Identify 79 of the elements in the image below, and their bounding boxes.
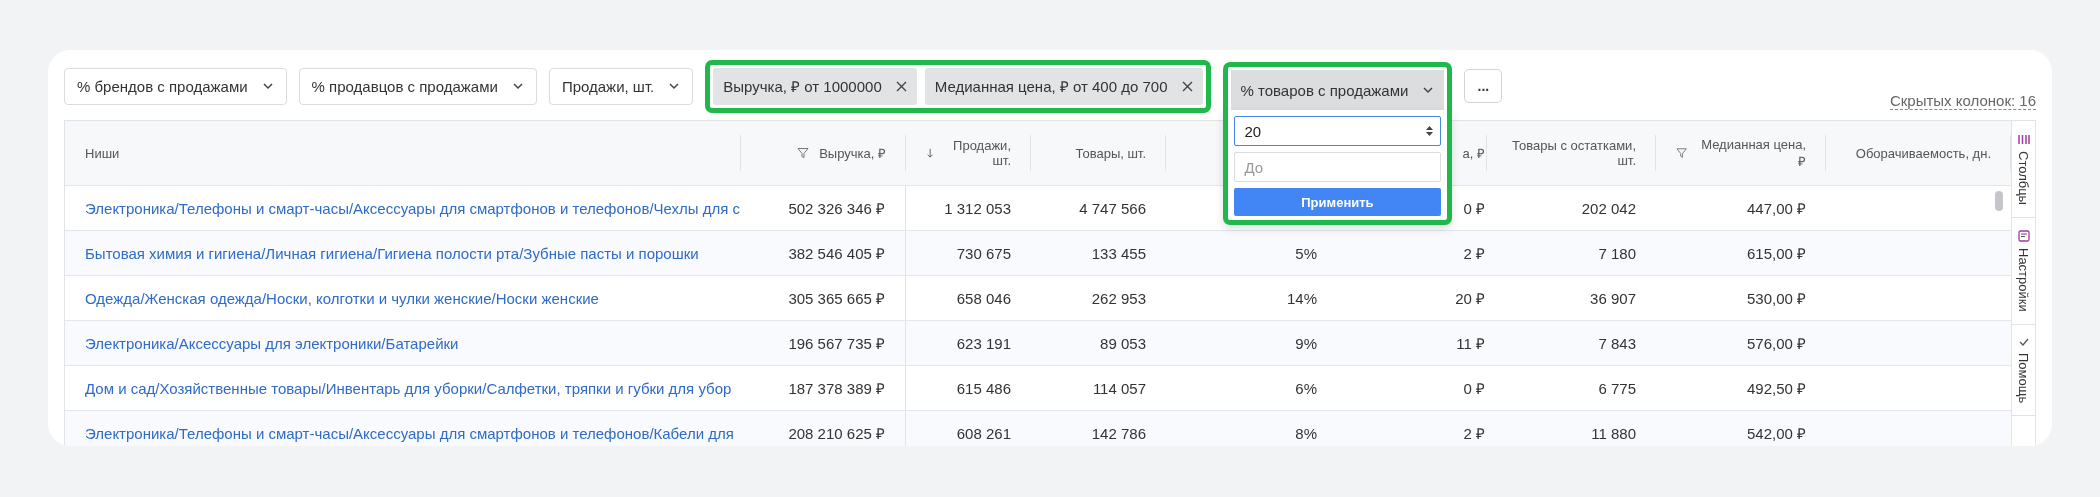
niche-link[interactable]: Одежда/Женская одежда/Носки, колготки и чулки женские/Носки женские — [85, 289, 599, 307]
close-icon[interactable] — [895, 80, 907, 92]
niche-link[interactable]: Электроника/Телефоны и смарт-часы/Аксессуары для смартфонов и телефонов/Чехлы для с — [85, 199, 741, 217]
table-cell: 4 747 566 — [1079, 199, 1146, 217]
input-field[interactable]: 20 — [1233, 116, 1442, 146]
apply-button[interactable]: Применить — [1233, 188, 1442, 216]
table-cell-text: 187 378 389 ₽ — [788, 379, 885, 398]
chevron-icon — [668, 82, 681, 90]
table-cell: 8% — [1295, 424, 1317, 442]
chevron-icon — [511, 82, 524, 90]
table-cell-text: 11 ₽ — [1456, 334, 1485, 353]
column-header[interactable]: Продажи, шт. — [944, 138, 1011, 168]
table-cell: 730 675 — [956, 244, 1011, 262]
spinner-icon[interactable] — [1425, 125, 1435, 137]
table-cell: 202 042 — [1581, 199, 1636, 217]
table-cell: 36 907 — [1590, 289, 1636, 307]
table-cell: 623 191 — [956, 334, 1011, 352]
filter-chip[interactable]: Выручка, ₽ от 1000000 — [713, 67, 917, 105]
niche-link[interactable]: Электроника/Аксессуары для электроники/Батарейки — [85, 334, 459, 352]
column-header[interactable]: Товары с остатками, шт. — [1507, 138, 1636, 168]
filter-icon[interactable] — [1676, 147, 1688, 159]
table-cell: 7 180 — [1598, 244, 1636, 262]
table-cell-text: 0 ₽ — [1463, 199, 1485, 218]
filter-dropdown[interactable]: % товаров с продажами — [1230, 70, 1445, 110]
table-cell-text: 542,00 ₽ — [1746, 424, 1806, 443]
hidden-columns-link[interactable]: Скрытых колонок: 16 — [1889, 92, 2036, 110]
table-cell-text: 576,00 ₽ — [1746, 334, 1806, 353]
table-cell-text: 447,00 ₽ — [1746, 199, 1806, 218]
table-cell-text: 20 ₽ — [1455, 289, 1485, 308]
table-cell: 9% — [1295, 334, 1317, 352]
table-cell: 5% — [1295, 244, 1317, 262]
table-cell: 11 880 — [1591, 424, 1636, 442]
table-cell-text: 2 ₽ — [1463, 244, 1485, 263]
sort-down-icon[interactable] — [926, 147, 935, 159]
table-cell-text: 0 ₽ — [1463, 379, 1485, 398]
column-header[interactable]: Оборачиваемость, дн. — [1855, 145, 1991, 161]
table-cell: 7 843 — [1598, 334, 1636, 352]
table-cell-text: 196 567 735 ₽ — [788, 334, 885, 353]
table-cell: 615 486 — [956, 379, 1011, 397]
table-cell-text: 208 210 625 ₽ — [788, 424, 885, 443]
table-cell: 133 455 — [1091, 244, 1146, 262]
settings-icon — [2017, 229, 2030, 242]
table-cell: 142 786 — [1091, 424, 1146, 442]
table-cell: 114 057 — [1092, 379, 1146, 397]
chevron-icon — [1422, 86, 1435, 94]
table-cell-text: 382 546 405 ₽ — [788, 244, 885, 263]
column-header[interactable]: Ниши — [85, 145, 120, 161]
niche-link[interactable]: Дом и сад/Хозяйственные товары/Инвентарь для уборки/Салфетки, тряпки и губки для убор — [85, 379, 732, 397]
column-header[interactable]: Медианная цена, ₽ — [1697, 136, 1806, 170]
table-cell: 658 046 — [956, 289, 1011, 307]
table-cell: 608 261 — [956, 424, 1011, 442]
table-cell-text: 305 365 665 ₽ — [788, 289, 885, 308]
columns-icon — [2017, 133, 2030, 145]
table-cell: 6% — [1295, 379, 1317, 397]
table-cell: 14% — [1286, 289, 1317, 307]
niche-link[interactable]: Бытовая химия и гигиена/Личная гигиена/Гигиена полости рта/Зубные пасты и порошки — [85, 244, 699, 262]
scrollbar-thumb[interactable] — [1995, 191, 2003, 211]
column-header[interactable]: Товары, шт. — [1075, 145, 1146, 161]
filter-icon[interactable] — [797, 147, 810, 159]
filter-dropdown[interactable]: % продавцов с продажами — [298, 67, 537, 105]
table-cell-text: 615,00 ₽ — [1746, 244, 1806, 263]
table-cell: 6 775 — [1598, 379, 1636, 397]
table-cell-text: 492,50 ₽ — [1746, 379, 1806, 398]
filter-dropdown[interactable]: % брендов с продажами — [64, 67, 287, 105]
table-cell: 89 053 — [1100, 334, 1146, 352]
table-cell: 1 312 053 — [944, 199, 1011, 217]
more-button[interactable]: ... — [1464, 69, 1503, 103]
table-cell: 262 953 — [1091, 289, 1146, 307]
column-header[interactable]: Выручка, ₽ — [819, 144, 886, 162]
filter-chip[interactable]: Медианная цена, ₽ от 400 до 700 — [924, 67, 1203, 105]
table-cell-text: 530,00 ₽ — [1746, 289, 1806, 308]
chevron-icon — [261, 82, 274, 90]
column-header[interactable]: а, ₽ — [1462, 144, 1485, 162]
niche-link[interactable]: Электроника/Телефоны и смарт-часы/Аксессуары для смартфонов и телефонов/Кабели для — [85, 424, 734, 442]
table-cell-text: 502 326 346 ₽ — [788, 199, 885, 218]
check-icon — [2017, 336, 2030, 347]
table-cell-text: 2 ₽ — [1463, 424, 1485, 443]
filter-dropdown[interactable]: Продажи, шт. — [548, 67, 694, 105]
close-icon[interactable] — [1181, 80, 1193, 92]
